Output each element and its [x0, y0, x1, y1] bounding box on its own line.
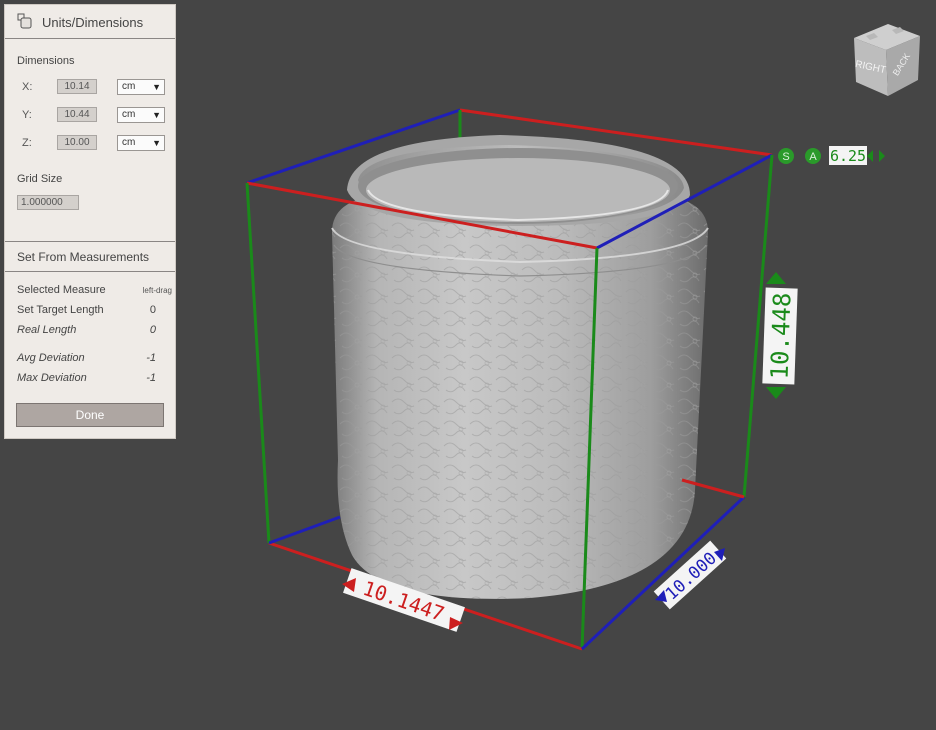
scale-decrease-icon[interactable] [867, 150, 873, 162]
dropdown-arrow-icon: ▼ [152, 82, 161, 92]
y-unit-select[interactable]: cm ▼ [117, 107, 165, 123]
height-up-arrow-icon[interactable] [766, 272, 786, 284]
y-dimension-input[interactable]: 10.44 [57, 107, 97, 122]
selected-measure-value: left-drag [142, 286, 172, 295]
dropdown-arrow-icon: ▼ [152, 110, 161, 120]
height-dimension-label[interactable]: 10.448 [762, 287, 798, 385]
z-label: Z: [22, 137, 32, 149]
x-unit-value: cm [122, 81, 136, 92]
scale-s-label: S [782, 151, 789, 163]
avg-deviation-value: -1 [146, 352, 156, 364]
panel-header: Units/Dimensions [5, 5, 175, 39]
x-unit-select[interactable]: cm ▼ [117, 79, 165, 95]
height-value: 10.448 [765, 292, 796, 380]
real-length-label: Real Length [17, 324, 77, 336]
selected-measure-label: Selected Measure [17, 284, 106, 296]
divider [5, 271, 175, 272]
x-label: X: [22, 81, 33, 93]
y-label: Y: [22, 109, 32, 121]
grid-size-input[interactable]: 1.000000 [17, 195, 79, 210]
max-deviation-label: Max Deviation [17, 372, 87, 384]
real-length-value: 0 [149, 324, 156, 336]
z-unit-value: cm [122, 137, 136, 148]
max-deviation-value: -1 [146, 372, 156, 384]
scale-badge-group[interactable]: S A 6.25 [778, 146, 885, 165]
grid-size-label: Grid Size [17, 173, 63, 185]
height-down-arrow-icon[interactable] [766, 387, 786, 399]
divider [5, 241, 175, 242]
scale-increase-icon[interactable] [879, 150, 885, 162]
dimensions-label: Dimensions [17, 55, 75, 67]
scanned-jar-model[interactable] [331, 135, 709, 599]
navigation-cube[interactable]: RIGHT BACK [848, 20, 924, 98]
y-unit-value: cm [122, 109, 136, 120]
set-target-length-label: Set Target Length [17, 304, 104, 316]
scale-a-label: A [809, 151, 817, 163]
z-unit-select[interactable]: cm ▼ [117, 135, 165, 151]
z-dimension-input[interactable]: 10.00 [57, 135, 97, 150]
avg-deviation-label: Avg Deviation [17, 352, 85, 364]
scale-value: 6.25 [830, 147, 866, 165]
units-dimensions-panel: Units/Dimensions Dimensions X: 10.14 cm … [4, 4, 176, 439]
set-from-measurements-title: Set From Measurements [17, 250, 150, 264]
units-dimensions-icon [17, 13, 33, 29]
done-button[interactable]: Done [16, 403, 164, 427]
panel-title: Units/Dimensions [42, 15, 144, 30]
x-dimension-input[interactable]: 10.14 [57, 79, 97, 94]
dropdown-arrow-icon: ▼ [152, 138, 161, 148]
set-target-length-value[interactable]: 0 [150, 304, 156, 316]
